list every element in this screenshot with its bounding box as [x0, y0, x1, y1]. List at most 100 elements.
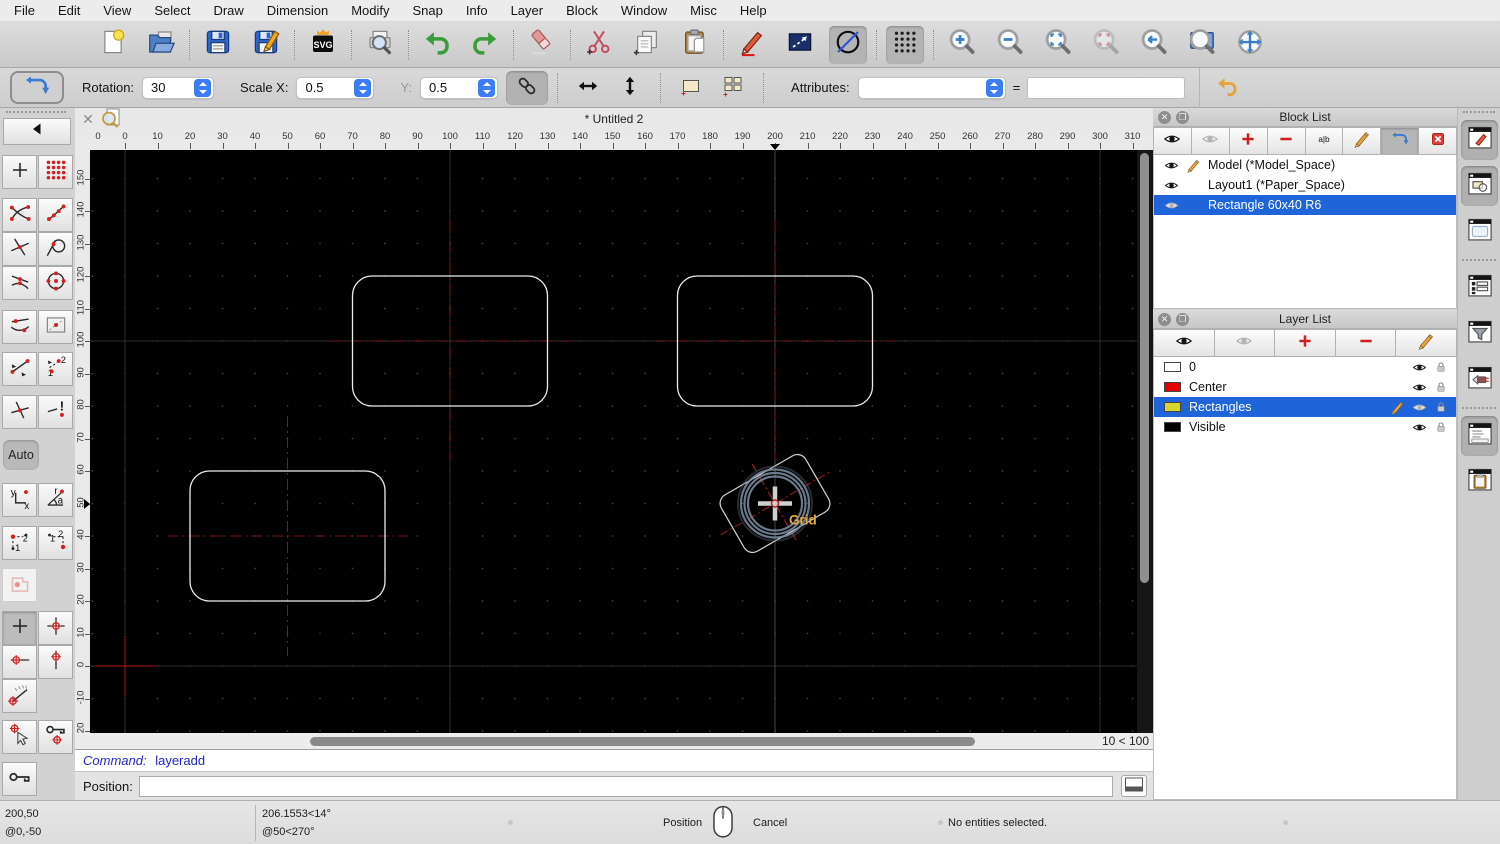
undo-button[interactable]: [418, 26, 456, 64]
angle-gauge-button[interactable]: [2, 679, 37, 713]
block-list-item[interactable]: Model (*Model_Space): [1154, 155, 1456, 175]
lock-icon[interactable]: [1430, 360, 1452, 374]
block-list-close-icon[interactable]: ✕: [1158, 110, 1171, 124]
flip-vertical-button[interactable]: [609, 71, 651, 105]
cut-button[interactable]: [580, 26, 618, 64]
attribute-value-input[interactable]: [1027, 76, 1186, 99]
visibility-eye-icon[interactable]: [1408, 420, 1430, 435]
menu-help[interactable]: Help: [740, 3, 767, 18]
block-list-item[interactable]: Rectangle 60x40 R6: [1154, 195, 1456, 215]
key-coordinate-button[interactable]: [38, 720, 73, 754]
snap-grid-button[interactable]: [38, 155, 73, 189]
snap-reference-12-button[interactable]: 12: [38, 352, 73, 386]
select-reference-button[interactable]: [2, 568, 37, 602]
scale-x-spinner[interactable]: 0.5: [296, 76, 375, 99]
save-as-button[interactable]: [247, 26, 285, 64]
folder-open-button[interactable]: [142, 26, 180, 64]
zoom-in-button[interactable]: [943, 26, 981, 64]
restrict-nothing-button[interactable]: !: [38, 395, 73, 429]
ref-point-21-button[interactable]: 12: [38, 526, 73, 560]
zoom-select-button[interactable]: [1087, 26, 1125, 64]
lock-icon[interactable]: [1430, 380, 1452, 394]
delete-block-button[interactable]: [1418, 127, 1457, 155]
command-input[interactable]: [138, 775, 1113, 797]
command-dock-button[interactable]: [1121, 775, 1147, 797]
block-array-button[interactable]: [712, 71, 754, 105]
attributes-dropdown[interactable]: [857, 76, 1006, 99]
ref-point-12-button[interactable]: 12: [2, 526, 37, 560]
menu-dimension[interactable]: Dimension: [267, 3, 328, 18]
eye-gray-button[interactable]: [1190, 127, 1230, 155]
panel-preview-toggle-button[interactable]: [1461, 212, 1498, 252]
eye-open-button[interactable]: [1153, 127, 1192, 155]
visibility-eye-icon[interactable]: [1408, 360, 1430, 375]
svg-export-button[interactable]: SVG: [304, 26, 342, 64]
snap-reference-arrows-button[interactable]: [2, 352, 37, 386]
menu-file[interactable]: File: [14, 3, 35, 18]
grid-toggle-button[interactable]: [886, 25, 924, 64]
panel-list-toggle-button[interactable]: [1461, 268, 1498, 308]
save-button[interactable]: [199, 26, 237, 64]
visibility-eye-icon[interactable]: [1164, 198, 1186, 213]
snap-auto-button[interactable]: Auto: [3, 440, 39, 470]
menu-window[interactable]: Window: [621, 3, 667, 18]
panel-command-toggle-button[interactable]: [1461, 416, 1498, 456]
undo-action-button[interactable]: [1206, 71, 1248, 105]
toolbar-handle[interactable]: [6, 111, 66, 113]
pick-coordinate-button[interactable]: [2, 720, 37, 754]
snap-distance-button[interactable]: [2, 310, 37, 344]
drawing-canvas[interactable]: Grid: [90, 150, 1137, 733]
layer-list-item[interactable]: Rectangles: [1154, 397, 1456, 417]
plus-red-button[interactable]: [1274, 329, 1336, 357]
snap-intersection-button[interactable]: [2, 232, 37, 266]
menu-select[interactable]: Select: [154, 3, 190, 18]
minus-red-button[interactable]: [1334, 329, 1397, 357]
visibility-eye-icon[interactable]: [1164, 178, 1186, 193]
snap-restrict-rect-button[interactable]: [38, 310, 73, 344]
pencil-edit-button[interactable]: [1395, 329, 1457, 357]
attributes-stepper-icon[interactable]: [985, 78, 1003, 97]
visibility-eye-icon[interactable]: [1408, 380, 1430, 395]
coords-polar-button[interactable]: ra: [38, 483, 73, 517]
zoom-previous-button[interactable]: [1135, 26, 1173, 64]
snap-middle-button[interactable]: [2, 266, 37, 300]
panel-clipboard-toggle-button[interactable]: [1461, 462, 1498, 502]
redo-button[interactable]: [466, 26, 504, 64]
snap-tangent-button[interactable]: [38, 232, 73, 266]
visibility-eye-icon[interactable]: [1408, 400, 1430, 415]
minus-red-button[interactable]: [1266, 127, 1306, 155]
doc-new-button[interactable]: [94, 26, 132, 64]
layer-list-item[interactable]: Visible: [1154, 417, 1456, 437]
scale-x-stepper-icon[interactable]: [354, 78, 372, 97]
coords-cartesian-button[interactable]: yx: [2, 483, 37, 517]
print-preview-button[interactable]: [361, 26, 399, 64]
paste-button[interactable]: [676, 26, 714, 64]
menu-block[interactable]: Block: [566, 3, 598, 18]
menu-draw[interactable]: Draw: [213, 3, 243, 18]
key-lock-button[interactable]: [2, 762, 37, 796]
panel-plugin-toggle-button[interactable]: [1461, 360, 1498, 400]
rotation-stepper-icon[interactable]: [194, 78, 212, 97]
lock-icon[interactable]: [1430, 420, 1452, 434]
plus-red-button[interactable]: [1228, 127, 1268, 155]
horizontal-scrollbar[interactable]: [75, 733, 1086, 749]
eye-gray-button[interactable]: [1213, 329, 1276, 357]
zoom-auto-button[interactable]: [1039, 26, 1077, 64]
layer-list-close-icon[interactable]: ✕: [1158, 312, 1171, 326]
zoom-out-button[interactable]: [991, 26, 1029, 64]
menu-snap[interactable]: Snap: [413, 3, 443, 18]
restrict-orthogonal-button[interactable]: [2, 395, 37, 429]
vertical-scrollbar-thumb[interactable]: [1140, 153, 1149, 583]
back-button[interactable]: [3, 118, 71, 145]
target-horizontal-button[interactable]: [2, 645, 37, 679]
snap-endpoints-button[interactable]: [2, 198, 37, 232]
menu-info[interactable]: Info: [466, 3, 488, 18]
snap-free-button[interactable]: [2, 155, 37, 189]
zoom-window-button[interactable]: [1183, 26, 1221, 64]
layer-list-float-icon[interactable]: ❐: [1176, 312, 1189, 326]
link-scale-button[interactable]: [506, 70, 549, 105]
menu-layer[interactable]: Layer: [511, 3, 544, 18]
target-vertical-button[interactable]: [38, 645, 73, 679]
vertical-scrollbar[interactable]: [1137, 150, 1153, 733]
copy-button[interactable]: [628, 26, 666, 64]
